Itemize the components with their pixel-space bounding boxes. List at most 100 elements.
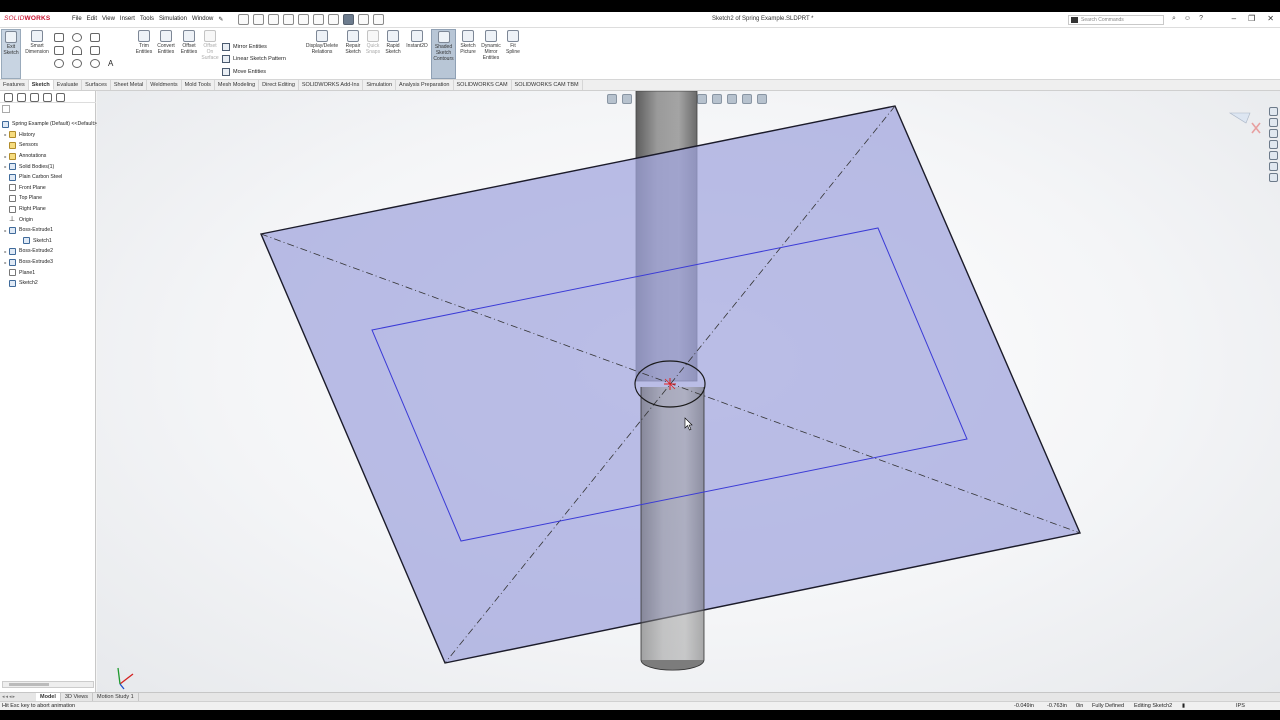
ellipse-icon[interactable] [90, 59, 100, 68]
tree-item-boss-extrude3[interactable]: ▸ Boss-Extrude3 [2, 257, 111, 268]
open-icon[interactable] [268, 14, 279, 25]
quick-snaps-button[interactable]: Quick Snaps [364, 30, 382, 55]
search-commands-input[interactable]: Search Commands [1068, 15, 1164, 25]
menu-tools[interactable]: Tools [140, 16, 154, 23]
tab-3d-views[interactable]: 3D Views [61, 693, 94, 701]
tab-solidworks-cam[interactable]: SOLIDWORKS CAM [454, 80, 512, 90]
menu-edit[interactable]: Edit [87, 16, 97, 23]
status-units[interactable]: IPS [1236, 703, 1245, 709]
tree-item-plain-carbon-steel[interactable]: Plain Carbon Steel [2, 172, 111, 183]
undo-icon[interactable] [313, 14, 324, 25]
tab-solidworks-add-ins[interactable]: SOLIDWORKS Add-Ins [299, 80, 364, 90]
tree-item-front-plane[interactable]: Front Plane [2, 183, 111, 194]
configuration-manager-tab-icon[interactable] [30, 93, 39, 102]
menu-simulation[interactable]: Simulation [159, 16, 187, 23]
close-icon[interactable]: ✕ [1267, 14, 1274, 23]
rebuild-icon[interactable] [358, 14, 369, 25]
solidworks-logo[interactable]: SOLIDWORKS [4, 15, 50, 22]
linear-sketch-pattern-button[interactable]: Linear Sketch Pattern [222, 55, 286, 63]
options-gear-icon[interactable] [373, 14, 384, 25]
instant2d-button[interactable]: Instant2D [404, 30, 430, 49]
tree-item-sensors[interactable]: Sensors [2, 140, 111, 151]
shaded-sketch-contours-button[interactable]: Shaded Sketch Contours [431, 29, 456, 79]
home-icon[interactable] [238, 14, 249, 25]
select-icon[interactable] [343, 14, 354, 25]
expand-arrow-icon[interactable]: ▸ [2, 164, 9, 169]
tree-item-sketch1[interactable]: Sketch1 [2, 236, 111, 247]
restore-icon[interactable]: ❐ [1248, 14, 1255, 23]
offset-on-surface-button[interactable]: Offset On Surface [201, 30, 219, 61]
menu-window[interactable]: Window [192, 16, 213, 23]
tab-evaluate[interactable]: Evaluate [54, 80, 83, 90]
menu-view[interactable]: View [102, 16, 115, 23]
expand-arrow-icon[interactable]: ▸ [2, 228, 9, 233]
confirmation-corner[interactable] [1228, 112, 1261, 134]
tab-sketch[interactable]: Sketch [28, 80, 54, 90]
tab-features[interactable]: Features [0, 80, 29, 90]
move-entities-button[interactable]: Move Entities [222, 68, 266, 76]
minimize-icon[interactable]: – [1232, 14, 1236, 23]
menu-insert[interactable]: Insert [120, 16, 135, 23]
display-manager-tab-icon[interactable] [56, 93, 65, 102]
expand-arrow-icon[interactable]: ▸ [2, 260, 9, 265]
save-icon[interactable] [283, 14, 294, 25]
tab-motion-study[interactable]: Motion Study 1 [93, 693, 139, 701]
dimxpert-tab-icon[interactable] [43, 93, 52, 102]
tab-mesh-modeling[interactable]: Mesh Modeling [215, 80, 260, 90]
expand-arrow-icon[interactable]: ▸ [2, 154, 9, 159]
tab-scroll-arrows[interactable]: ◂◂◂▸ [2, 694, 16, 700]
tree-item-boss-extrude2[interactable]: ▸ Boss-Extrude2 [2, 246, 111, 257]
graphics-area[interactable] [97, 91, 1280, 692]
convert-entities-button[interactable]: Convert Entities [155, 30, 177, 55]
rectangle-icon[interactable] [54, 46, 64, 55]
filter-icon[interactable] [2, 105, 10, 113]
tab-simulation[interactable]: Simulation [363, 80, 397, 90]
smart-dimension-button[interactable]: Smart Dimension [24, 30, 50, 55]
rapid-sketch-button[interactable]: Rapid Sketch [383, 30, 403, 55]
arc-icon[interactable] [72, 46, 82, 55]
tree-item-history[interactable]: ▸ History [2, 130, 111, 141]
mirror-entities-button[interactable]: Mirror Entities [222, 43, 267, 51]
cylinder-lower[interactable] [641, 387, 704, 671]
line-icon[interactable] [54, 33, 64, 42]
fillet-icon[interactable] [90, 33, 100, 42]
menu-file[interactable]: File [72, 16, 82, 23]
display-delete-relations-button[interactable]: Display/Delete Relations [303, 30, 341, 55]
slot-icon[interactable] [54, 59, 64, 68]
help-icon[interactable]: ? [1199, 15, 1203, 23]
tab-model[interactable]: Model [36, 693, 61, 701]
exit-sketch-button[interactable]: Exit Sketch [1, 29, 21, 79]
print-icon[interactable] [298, 14, 309, 25]
tab-surfaces[interactable]: Surfaces [82, 80, 111, 90]
pin-icon[interactable]: ✎ [218, 16, 223, 23]
tree-item-origin[interactable]: ⊥ Origin [2, 214, 111, 225]
repair-sketch-button[interactable]: Repair Sketch [343, 30, 363, 55]
redo-icon[interactable] [328, 14, 339, 25]
rebuild-status-icon[interactable]: ▮ [1182, 703, 1185, 709]
circle-icon[interactable] [72, 33, 82, 42]
scroll-thumb[interactable] [9, 683, 49, 686]
expand-arrow-icon[interactable]: ▸ [2, 249, 9, 254]
tab-sheet-metal[interactable]: Sheet Metal [111, 80, 148, 90]
search-icon[interactable]: ⌕ [1172, 15, 1176, 23]
tree-item-right-plane[interactable]: Right Plane [2, 204, 111, 215]
trim-entities-button[interactable]: Trim Entities [134, 30, 154, 55]
property-manager-tab-icon[interactable] [17, 93, 26, 102]
fit-spline-button[interactable]: Fit Spline [504, 30, 522, 55]
spline-icon[interactable] [90, 46, 100, 55]
dynamic-mirror-button[interactable]: Dynamic Mirror Entities [479, 30, 503, 61]
tree-item-top-plane[interactable]: Top Plane [2, 193, 111, 204]
tab-mold-tools[interactable]: Mold Tools [182, 80, 215, 90]
tree-item-annotations[interactable]: ▸ Annotations [2, 151, 111, 162]
tab-solidworks-cam-tbm[interactable]: SOLIDWORKS CAM TBM [512, 80, 583, 90]
tab-weldments[interactable]: Weldments [147, 80, 182, 90]
tree-item-boss-extrude1[interactable]: ▸ Boss-Extrude1 [2, 225, 111, 236]
tree-item-solid-bodies-1-[interactable]: ▸ Solid Bodies(1) [2, 161, 111, 172]
feature-tree-scrollbar[interactable] [2, 681, 94, 688]
tab-analysis-preparation[interactable]: Analysis Preparation [396, 80, 454, 90]
polygon-icon[interactable] [72, 59, 82, 68]
offset-entities-button[interactable]: Offset Entities [178, 30, 200, 55]
tree-item-sketch2[interactable]: Sketch2 [2, 278, 111, 289]
user-icon[interactable]: ☺ [1184, 15, 1191, 23]
new-document-icon[interactable] [253, 14, 264, 25]
